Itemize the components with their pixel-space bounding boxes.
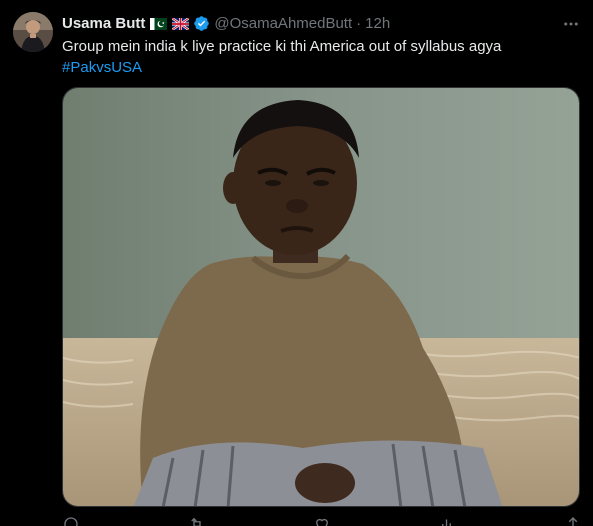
views-icon xyxy=(441,519,451,526)
hashtag-link[interactable]: #PakvsUSA xyxy=(62,57,582,78)
like-button[interactable] xyxy=(313,514,335,526)
tweet-timestamp[interactable]: 12h xyxy=(365,15,390,32)
tweet[interactable]: Usama Butt @OsamaAhmedButt · 12h Group m… xyxy=(0,0,593,526)
retweet-icon xyxy=(190,517,201,526)
reply-icon xyxy=(64,517,78,526)
more-options-button[interactable] xyxy=(561,14,581,34)
author-name[interactable]: Usama Butt xyxy=(62,15,145,32)
tweet-header: Usama Butt @OsamaAhmedButt · 12h xyxy=(62,13,390,33)
tweet-actions xyxy=(62,514,582,526)
share-button[interactable] xyxy=(564,514,582,526)
author-handle[interactable]: @OsamaAhmedButt xyxy=(214,15,352,32)
more-dots-icon xyxy=(564,22,578,26)
pakistan-flag-icon xyxy=(150,17,168,30)
like-icon xyxy=(316,518,328,526)
tweet-media-image[interactable] xyxy=(62,87,580,507)
tweet-text-line: Group mein india k liye practice ki thi … xyxy=(62,38,502,55)
author-avatar[interactable] xyxy=(13,12,53,52)
views-button[interactable] xyxy=(439,514,461,526)
uk-flag-icon xyxy=(171,17,191,31)
tweet-text: Group mein india k liye practice ki thi … xyxy=(62,36,582,78)
reply-button[interactable] xyxy=(62,514,84,526)
photo-icon xyxy=(63,88,579,506)
retweet-button[interactable] xyxy=(188,514,210,526)
separator-dot: · xyxy=(356,14,362,32)
share-icon xyxy=(568,517,578,526)
verified-badge-icon[interactable] xyxy=(193,15,210,32)
